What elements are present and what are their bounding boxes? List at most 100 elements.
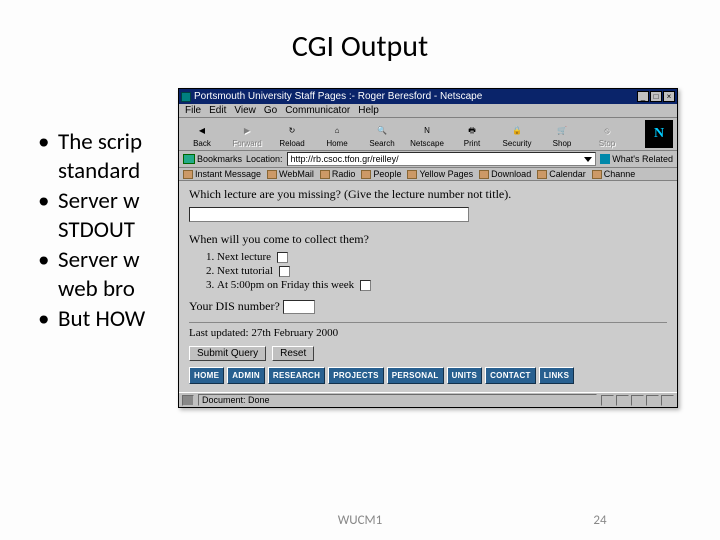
quicklink-download[interactable]: Download <box>479 169 531 179</box>
link-icon <box>183 170 193 179</box>
home-icon: ⌂ <box>328 123 346 139</box>
toolbar: ◀Back ▶Forward ↻Reload ⌂Home 🔍Search NNe… <box>179 118 677 151</box>
status-lock-icon <box>182 395 194 406</box>
reset-button[interactable]: Reset <box>272 346 314 361</box>
quicklink-yellow-pages[interactable]: Yellow Pages <box>407 169 473 179</box>
tray-mail-icon[interactable] <box>616 395 629 406</box>
link-icon <box>320 170 330 179</box>
tray-navigator-icon[interactable] <box>601 395 614 406</box>
footer-page-number: 24 <box>480 513 720 528</box>
bullet-text: But HOW <box>58 305 145 334</box>
lock-icon: 🔒 <box>508 123 526 139</box>
link-icon <box>267 170 277 179</box>
nav-contact[interactable]: CONTACT <box>485 367 536 384</box>
site-nav: HOME ADMIN RESEARCH PROJECTS PERSONAL UN… <box>189 367 667 384</box>
close-button[interactable]: × <box>663 91 675 102</box>
tray-addressbook-icon[interactable] <box>646 395 659 406</box>
nav-projects[interactable]: PROJECTS <box>328 367 384 384</box>
stop-button[interactable]: ⦸Stop <box>588 123 626 148</box>
slide-footer: WUCM1 24 <box>0 513 720 528</box>
checkbox-next-lecture[interactable] <box>277 252 288 263</box>
netscape-icon: N <box>418 123 436 139</box>
slide-title: CGI Output <box>0 0 720 77</box>
window-title: Portsmouth University Staff Pages :- Rog… <box>194 91 636 102</box>
menu-edit[interactable]: Edit <box>209 105 226 116</box>
bullet-text: STDOUT <box>58 216 135 245</box>
checkbox-next-tutorial[interactable] <box>279 266 290 277</box>
footer-center: WUCM1 <box>240 513 480 528</box>
menu-view[interactable]: View <box>234 105 256 116</box>
nav-research[interactable]: RESEARCH <box>268 367 325 384</box>
collection-options: Next lecture Next tutorial At 5:00pm on … <box>217 251 667 291</box>
nav-home[interactable]: HOME <box>189 367 224 384</box>
security-button[interactable]: 🔒Security <box>498 123 536 148</box>
back-icon: ◀ <box>193 123 211 139</box>
search-button[interactable]: 🔍Search <box>363 123 401 148</box>
option-2: Next tutorial <box>217 265 667 277</box>
whats-related-button[interactable]: What's Related <box>600 154 673 164</box>
link-icon <box>361 170 371 179</box>
quicklink-webmail[interactable]: WebMail <box>267 169 314 179</box>
dis-number-input[interactable] <box>283 300 315 314</box>
maximize-button[interactable]: □ <box>650 91 662 102</box>
quicklink-channels[interactable]: Channe <box>592 169 636 179</box>
shop-icon: 🛒 <box>553 123 571 139</box>
print-icon: 🖶 <box>463 123 481 139</box>
tray-news-icon[interactable] <box>631 395 644 406</box>
url-input[interactable]: http://rb.csoc.tfon.gr/reilley/ <box>287 152 597 166</box>
submit-button[interactable]: Submit Query <box>189 346 266 361</box>
last-updated: Last updated: 27th February 2000 <box>189 327 667 339</box>
question-1: Which lecture are you missing? (Give the… <box>189 187 667 202</box>
reload-icon: ↻ <box>283 123 301 139</box>
nav-links[interactable]: LINKS <box>539 367 575 384</box>
stop-icon: ⦸ <box>598 123 616 139</box>
separator <box>189 322 667 323</box>
bullet-text: The scrip <box>58 128 142 157</box>
bookmark-icon <box>183 154 195 164</box>
checkbox-friday-5pm[interactable] <box>360 280 371 291</box>
quicklink-radio[interactable]: Radio <box>320 169 356 179</box>
menubar: File Edit View Go Communicator Help <box>179 104 677 118</box>
dropdown-icon[interactable] <box>584 157 592 162</box>
menu-help[interactable]: Help <box>358 105 379 116</box>
component-bar <box>601 395 674 406</box>
minimize-button[interactable]: _ <box>637 91 649 102</box>
lecture-number-input[interactable] <box>189 207 469 222</box>
link-icon <box>479 170 489 179</box>
quicklink-people[interactable]: People <box>361 169 401 179</box>
reload-button[interactable]: ↻Reload <box>273 123 311 148</box>
bookmarks-button[interactable]: Bookmarks <box>183 154 242 164</box>
netscape-logo: N <box>645 120 673 148</box>
link-icon <box>407 170 417 179</box>
quicklink-instant-message[interactable]: Instant Message <box>183 169 261 179</box>
menu-file[interactable]: File <box>185 105 201 116</box>
nav-personal[interactable]: PERSONAL <box>387 367 444 384</box>
bullet-text: Server w <box>58 246 140 275</box>
bullet-text: Server w <box>58 187 140 216</box>
link-icon <box>537 170 547 179</box>
back-button[interactable]: ◀Back <box>183 123 221 148</box>
bullet-text: web bro <box>58 275 135 304</box>
status-text: Document: Done <box>198 394 597 406</box>
page-content: Which lecture are you missing? (Give the… <box>179 181 677 392</box>
statusbar: Document: Done <box>179 392 677 407</box>
forward-button[interactable]: ▶Forward <box>228 123 266 148</box>
titlebar[interactable]: Portsmouth University Staff Pages :- Rog… <box>179 89 677 104</box>
netscape-window: Portsmouth University Staff Pages :- Rog… <box>178 88 678 408</box>
nav-admin[interactable]: ADMIN <box>227 367 265 384</box>
home-button[interactable]: ⌂Home <box>318 123 356 148</box>
url-text: http://rb.csoc.tfon.gr/reilley/ <box>291 154 399 164</box>
option-3: At 5:00pm on Friday this week <box>217 279 667 291</box>
option-1: Next lecture <box>217 251 667 263</box>
menu-go[interactable]: Go <box>264 105 277 116</box>
netscape-button[interactable]: NNetscape <box>408 123 446 148</box>
shop-button[interactable]: 🛒Shop <box>543 123 581 148</box>
related-icon <box>600 154 610 164</box>
print-button[interactable]: 🖶Print <box>453 123 491 148</box>
quicklink-calendar[interactable]: Calendar <box>537 169 586 179</box>
location-label: Location: <box>246 154 283 164</box>
tray-composer-icon[interactable] <box>661 395 674 406</box>
menu-communicator[interactable]: Communicator <box>285 105 350 116</box>
personal-toolbar: Instant Message WebMail Radio People Yel… <box>179 168 677 181</box>
nav-units[interactable]: UNITS <box>447 367 483 384</box>
